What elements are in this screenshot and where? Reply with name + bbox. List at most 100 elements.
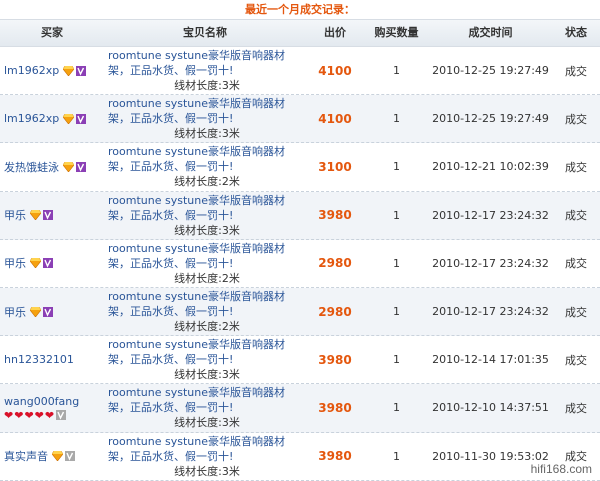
time-value: 2010-12-25 19:27:49 (432, 64, 549, 78)
buyer-link[interactable]: 甲乐 (4, 207, 26, 223)
table-row: hn12332101 roomtune systune豪华版音响器材架，正品水货、… (0, 336, 600, 385)
table-row: 发热饿蛙泳 roomtune systune豪华版音响器材架，正品水货、假一罚十!… (0, 143, 600, 192)
table-row: lm1962xp roomtune systune豪华版音响器材架，正品水货、假一… (0, 95, 600, 144)
time-cell: 2010-12-10 14:37:51 (429, 384, 552, 431)
item-link[interactable]: roomtune systune豪华版音响器材架，正品水货、假一罚十! (108, 337, 306, 367)
item-spec: 线材长度:3米 (174, 416, 240, 430)
quantity-cell: 1 (364, 192, 429, 239)
credit-hearts-icon: ❤ ❤ ❤ ❤ ❤ (4, 408, 55, 422)
verified-badge-icon (43, 210, 53, 221)
item-spec: 线材长度:3米 (174, 223, 240, 237)
buyer-link[interactable]: 甲乐 (4, 255, 26, 271)
buyer-link[interactable]: lm1962xp (4, 112, 59, 125)
item-link[interactable]: roomtune systune豪华版音响器材架，正品水货、假一罚十! (108, 434, 306, 464)
item-link[interactable]: roomtune systune豪华版音响器材架，正品水货、假一罚十! (108, 385, 306, 415)
quantity-value: 1 (393, 305, 400, 319)
quantity-value: 1 (393, 401, 400, 415)
buyer-link[interactable]: 发热饿蛙泳 (4, 159, 59, 175)
buyer-link[interactable]: 甲乐 (4, 304, 26, 320)
buyer-link[interactable]: lm1962xp (4, 64, 59, 77)
time-cell: 2010-12-21 10:02:39 (429, 143, 552, 190)
diamond-credit-icon (52, 451, 63, 462)
item-spec: 线材长度:2米 (174, 271, 240, 285)
buyer-link[interactable]: wang000fang (4, 395, 79, 408)
item-link[interactable]: roomtune systune豪华版音响器材架，正品水货、假一罚十! (108, 48, 306, 78)
header-price: 出价 (324, 26, 346, 39)
price-value: 4100 (318, 111, 352, 126)
quantity-cell: 1 (364, 288, 429, 335)
price-value: 3980 (318, 449, 352, 464)
time-value: 2010-11-30 19:53:02 (432, 449, 549, 463)
verified-badge-icon (65, 451, 75, 462)
status-cell: 成交 (552, 95, 600, 142)
status-cell: 成交 (552, 47, 600, 94)
buyer-cell: wang000fang ❤ ❤ ❤ ❤ ❤ (0, 384, 104, 431)
time-cell: 2010-12-17 23:24:32 (429, 192, 552, 239)
time-value: 2010-12-17 23:24:32 (432, 305, 549, 319)
status-cell: 成交 (552, 384, 600, 431)
diamond-credit-icon (63, 113, 75, 124)
price-cell: 3980 (306, 433, 364, 480)
price-value: 3980 (318, 352, 352, 367)
header-quantity: 购买数量 (374, 26, 419, 39)
time-value: 2010-12-17 23:24:32 (432, 208, 549, 222)
quantity-cell: 1 (364, 47, 429, 94)
item-cell: roomtune systune豪华版音响器材架，正品水货、假一罚十! 线材长度:… (104, 47, 306, 94)
status-value: 成交 (565, 160, 587, 174)
quantity-cell: 1 (364, 384, 429, 431)
time-value: 2010-12-21 10:02:39 (432, 160, 549, 174)
buyer-cell: 甲乐 (0, 288, 104, 335)
price-cell: 3980 (306, 336, 364, 383)
quantity-cell: 1 (364, 433, 429, 480)
status-cell: 成交 (552, 336, 600, 383)
buyer-cell: hn12332101 (0, 336, 104, 383)
diamond-credit-icon (63, 65, 75, 76)
quantity-cell: 1 (364, 336, 429, 383)
header-item: 宝贝名称 (183, 26, 227, 39)
buyer-cell: 真实声音 (0, 433, 104, 480)
item-cell: roomtune systune豪华版音响器材架，正品水货、假一罚十! 线材长度:… (104, 336, 306, 383)
verified-badge-icon (43, 306, 53, 317)
price-cell: 3100 (306, 143, 364, 190)
price-value: 3100 (318, 159, 352, 174)
status-value: 成交 (565, 401, 587, 415)
price-value: 4100 (318, 63, 352, 78)
table-row: lm1962xp roomtune systune豪华版音响器材架，正品水货、假一… (0, 47, 600, 96)
table-row: 甲乐 roomtune systune豪华版音响器材架，正品水货、假一罚十! 线材长… (0, 239, 600, 288)
quantity-value: 1 (393, 256, 400, 270)
item-link[interactable]: roomtune systune豪华版音响器材架，正品水货、假一罚十! (108, 96, 306, 126)
diamond-credit-icon (30, 258, 41, 269)
time-cell: 2010-12-17 23:24:32 (429, 240, 552, 287)
status-cell: 成交 (552, 192, 600, 239)
item-cell: roomtune systune豪华版音响器材架，正品水货、假一罚十! 线材长度:… (104, 192, 306, 239)
header-buyer: 买家 (41, 26, 63, 39)
table-row: 真实声音 roomtune systune豪华版音响器材架，正品水货、假一罚十! 线… (0, 432, 600, 481)
price-value: 2980 (318, 304, 352, 319)
table-header: 买家 宝贝名称 出价 购买数量 成交时间 状态 (0, 19, 600, 47)
item-cell: roomtune systune豪华版音响器材架，正品水货、假一罚十! 线材长度:… (104, 95, 306, 142)
status-cell: 成交 (552, 240, 600, 287)
item-cell: roomtune systune豪华版音响器材架，正品水货、假一罚十! 线材长度:… (104, 433, 306, 480)
item-link[interactable]: roomtune systune豪华版音响器材架，正品水货、假一罚十! (108, 241, 306, 271)
buyer-link[interactable]: hn12332101 (4, 353, 74, 366)
item-link[interactable]: roomtune systune豪华版音响器材架，正品水货、假一罚十! (108, 289, 306, 319)
item-cell: roomtune systune豪华版音响器材架，正品水货、假一罚十! 线材长度:… (104, 143, 306, 190)
price-value: 2980 (318, 256, 352, 271)
diamond-credit-icon (63, 161, 74, 172)
quantity-cell: 1 (364, 143, 429, 190)
quantity-value: 1 (393, 353, 400, 367)
status-cell: 成交 (552, 288, 600, 335)
buyer-cell: 发热饿蛙泳 (0, 143, 104, 190)
item-link[interactable]: roomtune systune豪华版音响器材架，正品水货、假一罚十! (108, 144, 306, 174)
buyer-cell: lm1962xp (0, 95, 104, 142)
price-value: 3980 (318, 208, 352, 223)
quantity-cell: 1 (364, 95, 429, 142)
verified-badge-icon (76, 113, 87, 124)
quantity-value: 1 (393, 208, 400, 222)
verified-badge-icon (76, 161, 86, 172)
price-cell: 4100 (306, 95, 364, 142)
item-link[interactable]: roomtune systune豪华版音响器材架，正品水货、假一罚十! (108, 193, 306, 223)
buyer-cell: 甲乐 (0, 192, 104, 239)
buyer-link[interactable]: 真实声音 (4, 448, 48, 464)
item-spec: 线材长度:2米 (174, 175, 240, 189)
